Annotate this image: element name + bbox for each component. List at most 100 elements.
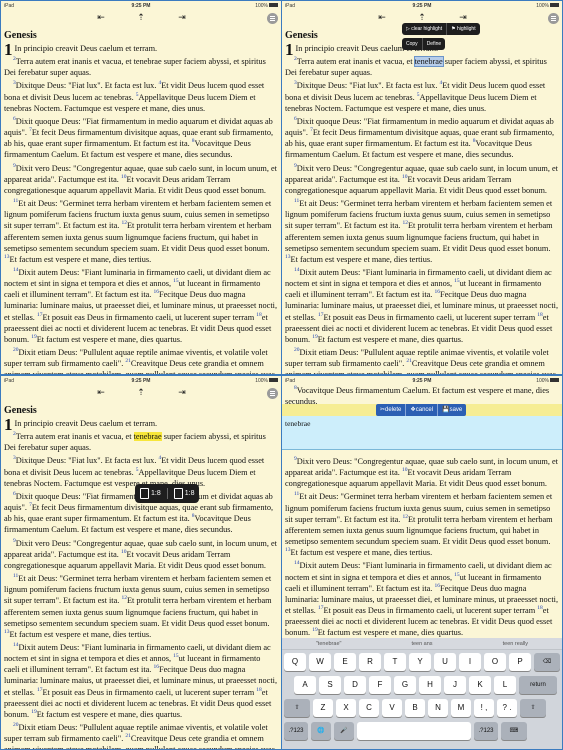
highlighted-word[interactable]: tenebrae (134, 57, 162, 66)
copy-button[interactable]: Copy (402, 38, 423, 50)
last-chapter-icon[interactable]: ⇥ (176, 387, 188, 399)
status-time: 9:25 PM (412, 3, 432, 9)
keyboard-key[interactable]: H (419, 676, 441, 694)
keyboard-key[interactable]: O (484, 653, 506, 671)
keyboard-key[interactable]: ⌨ (501, 722, 527, 740)
keyboard-key[interactable]: ? . (497, 699, 517, 717)
first-chapter-icon[interactable]: ⇤ (95, 387, 107, 399)
suggestion[interactable]: teen really (469, 638, 562, 649)
suggestion[interactable]: "tenebrae" (282, 638, 375, 649)
verse-list: 1 In principio creavit Deus caelum et ter… (4, 41, 278, 374)
verse-paragraph: 3Dixitque Deus: "Fiat lux". Et facta est… (285, 80, 559, 113)
define-button[interactable]: Define (423, 38, 445, 50)
keyboard-key[interactable]: Z (313, 699, 333, 717)
view-note-button[interactable]: 1:8 (140, 488, 161, 499)
menu-icon[interactable] (267, 13, 278, 24)
keyboard-key[interactable]: C (359, 699, 379, 717)
keyboard-row: Q W E R T Y U I O P ⌫ (284, 653, 560, 671)
keyboard-key[interactable]: A (294, 676, 316, 694)
keyboard-key[interactable]: G (394, 676, 416, 694)
keyboard-key[interactable]: .?123 (284, 722, 308, 740)
suggestion[interactable]: teen ans (375, 638, 468, 649)
keyboard-key[interactable]: B (405, 699, 425, 717)
verse-paragraph: 11Et ait Deus: "Germinet terra herbam vi… (285, 491, 559, 558)
highlighted-word[interactable]: tenebrae (413, 56, 444, 68)
keyboard-key[interactable]: Q (284, 653, 306, 671)
last-chapter-icon[interactable]: ⇥ (176, 12, 188, 24)
verse-list: 1 In principio creavit Deus caelum et ter… (285, 40, 559, 374)
verse-paragraph: 11Et ait Deus: "Germinet terra herbam vi… (285, 198, 559, 265)
keyboard-key[interactable]: 🌐 (311, 722, 331, 740)
keyboard-key[interactable]: T (384, 653, 406, 671)
menu-icon[interactable] (548, 13, 559, 24)
keyboard-key[interactable]: P (509, 653, 531, 671)
menu-icon[interactable] (267, 388, 278, 399)
verse-text: In principio creavit Deus caelum et terr… (14, 44, 158, 53)
verse-paragraph: 11Et ait Deus: "Germinet terra herbam vi… (4, 198, 278, 265)
chapter-text: Genesis 1 In principio creavit Deus caelu… (4, 29, 278, 374)
keyboard-key[interactable]: 🎤 (334, 722, 354, 740)
keyboard-key[interactable]: M (451, 699, 471, 717)
up-icon[interactable]: ⇡ (135, 12, 147, 24)
keyboard-key[interactable]: W (309, 653, 331, 671)
first-chapter-icon[interactable]: ⇤ (95, 12, 107, 24)
battery-percent: 100% (536, 378, 549, 384)
battery-percent: 100% (536, 3, 549, 9)
keyboard-key[interactable]: R (359, 653, 381, 671)
keyboard-key[interactable]: ! , (474, 699, 494, 717)
verse-text: Terra autem erat inanis et vacua, et (15, 57, 134, 67)
verse-paragraph: 14Dixit autem Deus: "Fiant luminaria in … (285, 267, 559, 345)
keyboard-key[interactable]: N (428, 699, 448, 717)
keyboard-key[interactable]: return (519, 676, 557, 694)
verse-text: Et factum est vespere et mane, dies tert… (9, 254, 152, 264)
battery-icon (269, 377, 278, 382)
keyboard-key[interactable]: X (336, 699, 356, 717)
keyboard-key[interactable]: Y (409, 653, 431, 671)
keyboard-key[interactable]: .?123 (474, 722, 498, 740)
highlighted-word[interactable]: tenebrae (133, 432, 162, 442)
keyboard-key[interactable]: V (382, 699, 402, 717)
save-button[interactable]: 💾save (438, 404, 466, 416)
highlight-button[interactable]: ⚑ highlight (447, 23, 480, 35)
reader-panel-note-editor: iPad 9:25 PM 100% 8Vocavitque Deus firma… (282, 376, 562, 749)
verse-paragraph: 20Dixit etiam Deus: "Pullulent aquae rep… (4, 347, 278, 374)
verse-paragraph: 20Dixit etiam Deus: "Pullulent aquae rep… (285, 347, 559, 374)
note-textarea[interactable]: tenebrae (282, 416, 562, 450)
verse-paragraph: 9Dixit vero Deus: "Congregentur aquae, q… (4, 163, 278, 196)
keyboard-key[interactable]: D (344, 676, 366, 694)
keyboard-key[interactable]: L (494, 676, 516, 694)
chapter-number: 1 (285, 40, 294, 59)
keyboard-key[interactable]: I (459, 653, 481, 671)
status-time: 9:25 PM (412, 378, 432, 384)
keyboard-key[interactable]: E (334, 653, 356, 671)
cancel-button[interactable]: ❖cancel (406, 404, 439, 416)
keyboard-key[interactable]: U (434, 653, 456, 671)
keyboard-key[interactable]: S (319, 676, 341, 694)
edit-note-button[interactable]: 1:8 (173, 488, 194, 499)
book-title: Genesis (4, 405, 37, 416)
verse-paragraph: 1 In principio creavit Deus caelum et ter… (4, 41, 278, 58)
up-icon[interactable]: ⇡ (135, 387, 147, 399)
verse-paragraph: 2Terra autem erat inanis et vacua, et te… (285, 56, 559, 78)
keyboard-key[interactable]: J (444, 676, 466, 694)
keyboard-key[interactable]: ⇧ (520, 699, 546, 717)
status-bar: iPad 9:25 PM 100% (282, 376, 562, 385)
keyboard-key[interactable] (357, 722, 471, 740)
clear-highlight-button[interactable]: ▷ clear highlight (402, 23, 448, 35)
verse-text: Dixitque Deus: "Fiat lux". Et facta est … (296, 81, 438, 91)
keyboard-key[interactable]: K (469, 676, 491, 694)
battery-percent: 100% (255, 378, 268, 384)
edit-callout: Copy Define (402, 38, 446, 50)
first-chapter-icon[interactable]: ⇤ (376, 12, 388, 24)
verse-text: Et factum est vespere et mane, dies quar… (36, 709, 183, 719)
delete-button[interactable]: ✂delete (376, 404, 407, 416)
battery-indicator: 100% (536, 2, 559, 9)
keyboard-key[interactable]: F (369, 676, 391, 694)
keyboard-key[interactable]: ⌫ (534, 653, 560, 671)
verse-paragraph: 11Et ait Deus: "Germinet terra herbam vi… (4, 573, 278, 640)
verse-paragraph: 14Dixit autem Deus: "Fiant luminaria in … (4, 642, 278, 720)
verse-text: Terra autem erat inanis et vacua, et (296, 57, 415, 67)
battery-indicator: 100% (255, 2, 278, 9)
keyboard-key[interactable]: ⇧ (284, 699, 310, 717)
battery-indicator: 100% (255, 377, 278, 384)
